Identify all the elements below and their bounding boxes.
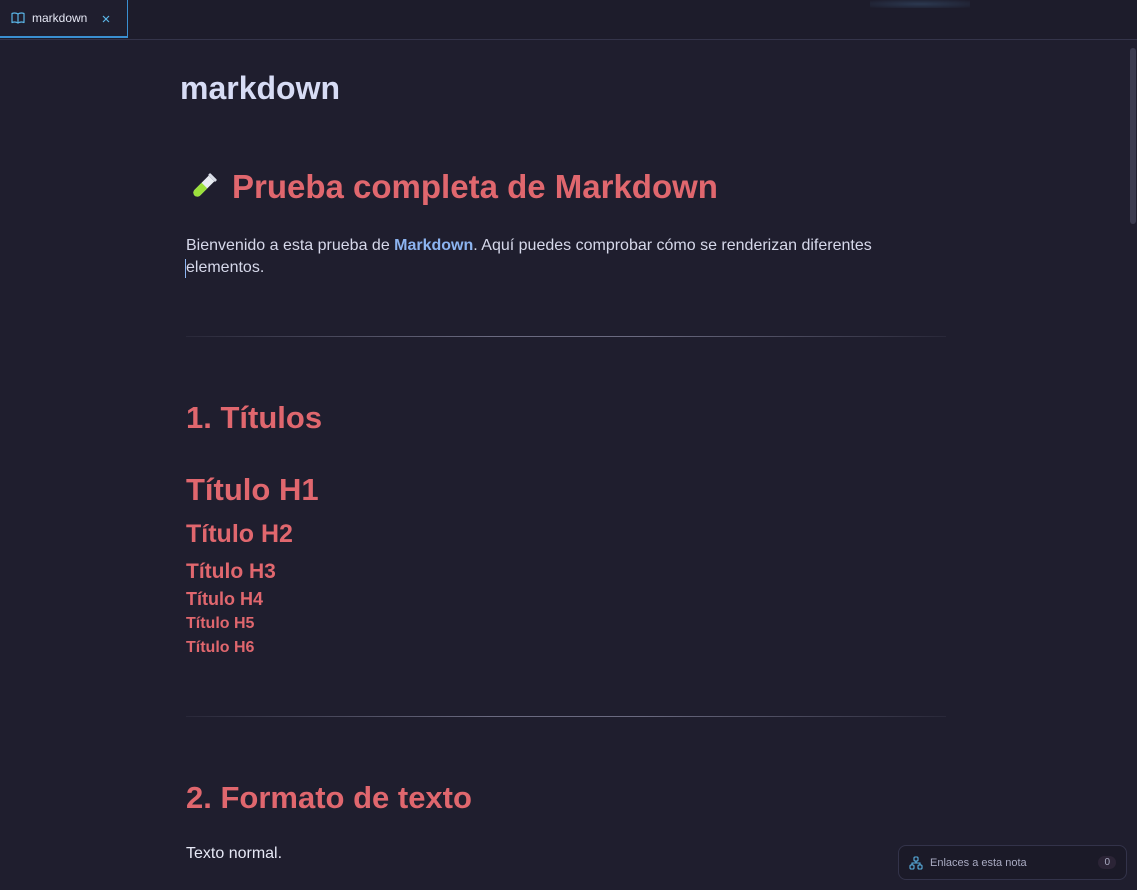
intro-text-before: Bienvenido a esta prueba de (186, 237, 395, 254)
tab-bar: markdown (0, 0, 1137, 40)
note-title[interactable]: markdown (180, 70, 340, 107)
tab-label: markdown (32, 11, 88, 25)
markdown-viewer-window: markdown markdown Prueba completa de Mar… (0, 0, 1137, 890)
heading-h1-sample: Título H1 (186, 472, 319, 507)
heading-main: Prueba completa de Markdown (186, 168, 718, 206)
backlinks-count-badge: 0 (1098, 856, 1116, 869)
backlinks-label: Enlaces a esta nota (930, 856, 1027, 869)
test-tube-icon (186, 170, 220, 204)
section-heading-formato: 2. Formato de texto (186, 780, 472, 815)
scrollbar-thumb[interactable] (1130, 48, 1136, 224)
heading-h5-sample: Título H5 (186, 615, 255, 632)
backlinks-button[interactable]: Enlaces a esta nota 0 (898, 845, 1127, 880)
network-icon (909, 855, 923, 870)
heading-h2-sample: Título H2 (186, 520, 293, 548)
heading-h4-sample: Título H4 (186, 589, 263, 609)
intro-paragraph: Bienvenido a esta prueba de Markdown. Aq… (186, 235, 926, 279)
book-icon (11, 11, 25, 25)
intro-bold-text: Markdown (394, 237, 474, 254)
top-glow (870, 0, 970, 8)
close-icon[interactable] (100, 13, 112, 25)
normal-text-paragraph: Texto normal. (186, 845, 283, 862)
note-content: markdown Prueba completa de Markdown Bie… (0, 40, 1128, 890)
divider (186, 716, 946, 717)
text-caret (185, 259, 186, 278)
tab-markdown[interactable]: markdown (0, 0, 128, 38)
heading-h6-sample: Título H6 (186, 639, 255, 656)
heading-main-text: Prueba completa de Markdown (232, 168, 718, 205)
section-heading-titulos: 1. Títulos (186, 400, 323, 435)
heading-h3-sample: Título H3 (186, 560, 276, 583)
divider (186, 336, 946, 337)
